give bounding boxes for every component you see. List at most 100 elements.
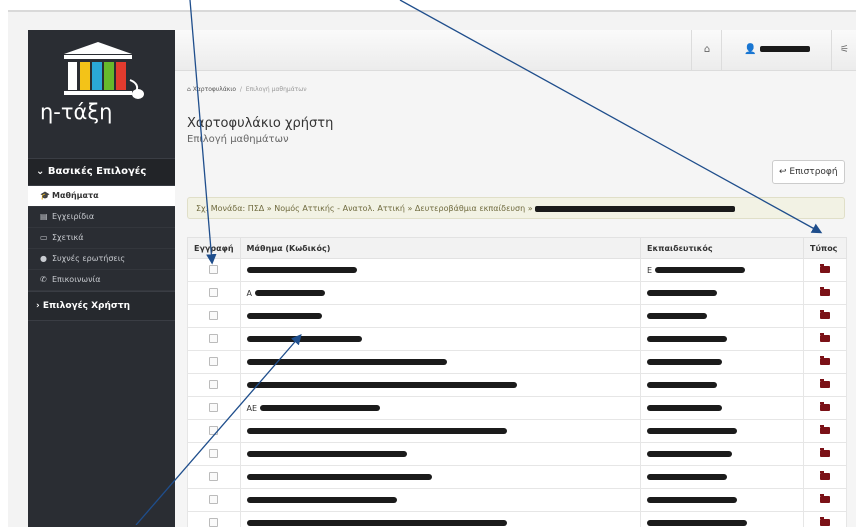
course-redacted: [247, 497, 397, 503]
enroll-checkbox[interactable]: [209, 357, 218, 366]
sidebar-item-contact[interactable]: ✆Επικοινωνία: [28, 270, 175, 291]
table-row: [188, 466, 847, 489]
folder-icon[interactable]: [820, 473, 830, 480]
teacher-redacted: [647, 497, 737, 503]
course-redacted: [247, 474, 432, 480]
enroll-checkbox[interactable]: [209, 265, 218, 274]
teacher-redacted: [647, 474, 727, 480]
folder-icon[interactable]: [820, 289, 830, 296]
table-row: Α: [188, 282, 847, 305]
enroll-cell: [188, 489, 241, 512]
teacher-redacted: [647, 428, 737, 434]
course-cell: Α: [240, 282, 640, 305]
type-cell: [804, 489, 847, 512]
folder-icon[interactable]: [820, 358, 830, 365]
teacher-cell: [641, 305, 804, 328]
home-icon[interactable]: ⌂: [691, 30, 722, 70]
breadcrumb-current: Επιλογή μαθημάτων: [246, 86, 307, 93]
sidebar-header-user[interactable]: › Επιλογές Χρήστη: [28, 291, 175, 321]
folder-icon[interactable]: [820, 312, 830, 319]
type-cell: [804, 328, 847, 351]
enroll-cell: [188, 351, 241, 374]
teacher-cell: [641, 351, 804, 374]
folder-icon[interactable]: [820, 266, 830, 273]
breadcrumb-home[interactable]: ⌂ Χαρτοφυλάκιο: [187, 86, 236, 93]
folder-icon[interactable]: [820, 381, 830, 388]
type-cell: [804, 351, 847, 374]
type-cell: [804, 466, 847, 489]
enroll-checkbox[interactable]: [209, 426, 218, 435]
chevron-down-icon: ⌄: [36, 166, 44, 177]
teacher-cell: [641, 443, 804, 466]
type-cell: [804, 420, 847, 443]
user-menu[interactable]: 👤: [721, 30, 832, 70]
enroll-checkbox[interactable]: [209, 334, 218, 343]
course-cell: [240, 443, 640, 466]
enroll-checkbox[interactable]: [209, 380, 218, 389]
enroll-cell: [188, 374, 241, 397]
username-redacted: [760, 46, 810, 52]
folder-icon[interactable]: [820, 335, 830, 342]
logo[interactable]: η-τάξη: [28, 30, 175, 158]
folder-icon[interactable]: [820, 519, 830, 526]
enroll-cell: [188, 305, 241, 328]
enroll-checkbox[interactable]: [209, 288, 218, 297]
course-cell: ΑΕ: [240, 397, 640, 420]
enroll-cell: [188, 466, 241, 489]
course-redacted: [247, 451, 407, 457]
enroll-checkbox[interactable]: [209, 311, 218, 320]
course-cell: [240, 466, 640, 489]
teacher-cell: [641, 328, 804, 351]
teacher-cell: [641, 420, 804, 443]
sidebar-item-faq[interactable]: ●Συχνές ερωτήσεις: [28, 249, 175, 270]
back-button[interactable]: ↩ Επιστροφή: [772, 160, 845, 184]
enroll-checkbox[interactable]: [209, 472, 218, 481]
course-cell: [240, 374, 640, 397]
sidebar-item-about[interactable]: ▭Σχετικά: [28, 228, 175, 249]
teacher-redacted: [647, 382, 717, 388]
school-unit-alert: Σχ. Μονάδα: ΠΣΔ » Νομός Αττικής - Ανατολ…: [187, 197, 845, 219]
enroll-checkbox[interactable]: [209, 449, 218, 458]
enroll-cell: [188, 328, 241, 351]
table-row: [188, 351, 847, 374]
folder-icon[interactable]: [820, 496, 830, 503]
teacher-redacted: [655, 267, 745, 273]
unit-name-redacted: [535, 206, 735, 212]
question-circle-icon: ●: [40, 249, 52, 269]
sidebar-item-manuals[interactable]: ▤Εγχειρίδια: [28, 207, 175, 228]
folder-icon[interactable]: [820, 450, 830, 457]
sliders-icon[interactable]: ⚟: [831, 30, 856, 70]
enroll-checkbox[interactable]: [209, 518, 218, 527]
course-redacted: [247, 267, 357, 273]
sidebar: η-τάξη ⌄ Βασικές Επιλογές 🎓Μαθήματα ▤Εγχ…: [28, 30, 175, 527]
type-cell: [804, 305, 847, 328]
reply-icon: ↩: [779, 167, 787, 177]
logo-icon: [56, 40, 148, 100]
course-cell: [240, 489, 640, 512]
folder-icon[interactable]: [820, 404, 830, 411]
sidebar-item-courses[interactable]: 🎓Μαθήματα: [28, 186, 175, 207]
type-cell: [804, 374, 847, 397]
logo-text: η-τάξη: [40, 100, 150, 124]
table-row: ΑΕ: [188, 397, 847, 420]
course-cell: [240, 328, 640, 351]
table-row: [188, 328, 847, 351]
col-header-enroll: Εγγραφή: [188, 238, 241, 259]
course-cell: [240, 305, 640, 328]
teacher-redacted: [647, 405, 722, 411]
table-row: [188, 420, 847, 443]
page-subtitle: Επιλογή μαθημάτων: [187, 134, 289, 145]
teacher-cell: Ε: [641, 259, 804, 282]
enroll-checkbox[interactable]: [209, 403, 218, 412]
browser-frame: η-τάξη ⌄ Βασικές Επιλογές 🎓Μαθήματα ▤Εγχ…: [8, 10, 856, 527]
enroll-checkbox[interactable]: [209, 495, 218, 504]
graduation-cap-icon: 🎓: [40, 186, 52, 206]
chevron-right-icon: ›: [36, 301, 40, 311]
sidebar-header-basic[interactable]: ⌄ Βασικές Επιλογές: [28, 158, 175, 186]
page-title: Χαρτοφυλάκιο χρήστη: [187, 116, 333, 131]
credit-card-icon: ▭: [40, 228, 52, 248]
col-header-teacher: Εκπαιδευτικός: [641, 238, 804, 259]
teacher-redacted: [647, 313, 707, 319]
folder-icon[interactable]: [820, 427, 830, 434]
course-redacted: [247, 382, 517, 388]
